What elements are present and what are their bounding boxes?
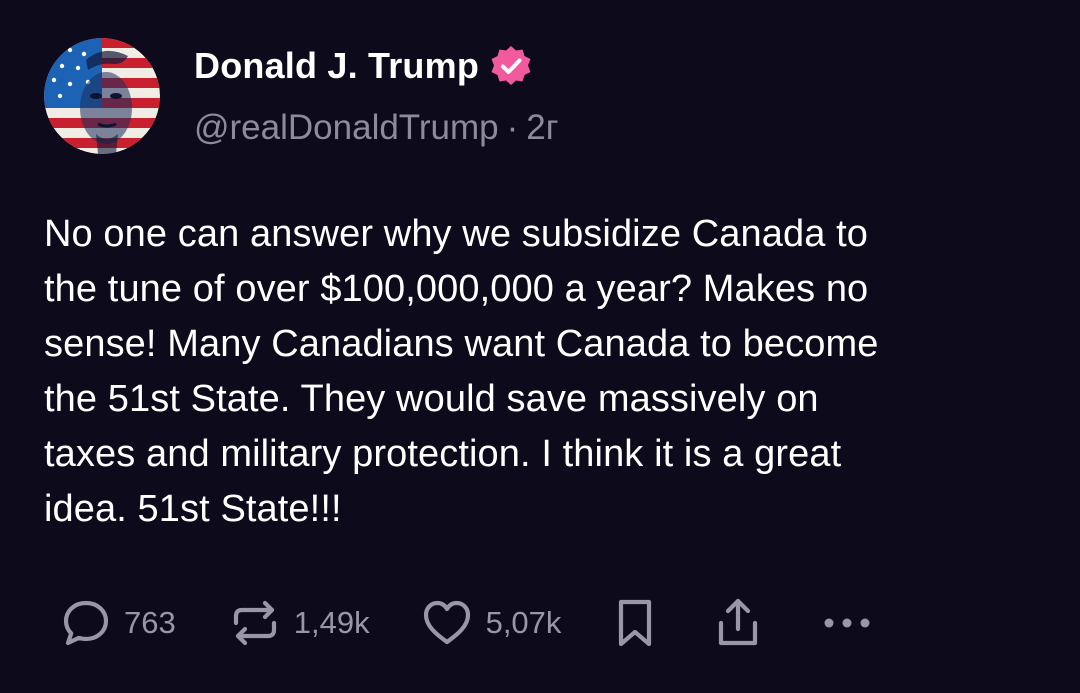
repost-arrows-icon [228,596,282,650]
like-count: 5,07k [485,605,562,640]
post-text-line: the 51st State. They would save massivel… [44,378,819,420]
author-display-name[interactable]: Donald J. Trump [194,45,479,87]
post-timestamp[interactable]: 2г [526,108,558,147]
avatar[interactable] [44,38,160,154]
speech-bubble-icon [60,597,112,649]
share-button[interactable] [713,595,763,651]
meta-separator: · [506,108,519,147]
post-action-bar: 763 1,49k 5,07k [60,594,875,652]
post-body: No one can answer why we subsidize Canad… [44,207,1044,537]
post-text-line: No one can answer why we subsidize Canad… [44,213,868,255]
author-meta: @realDonaldTrump · 2г [194,108,559,148]
bookmark-button[interactable] [613,596,657,650]
author-handle[interactable]: @realDonaldTrump [194,108,499,147]
heart-icon [420,596,474,650]
author-name-row: Donald J. Trump [194,44,533,88]
share-upload-icon [713,595,763,651]
post-text-line: idea. 51st State!!! [44,488,342,530]
bookmark-icon [613,596,657,650]
repost-count: 1,49k [293,605,370,640]
reply-count: 763 [124,605,176,640]
post-text-line: taxes and military protection. I think i… [44,433,842,475]
verified-badge-icon [489,44,533,88]
more-dots-icon [819,613,875,633]
more-options-button[interactable] [819,613,875,633]
post-text-line: sense! Many Canadians want Canada to bec… [44,323,879,365]
post-text-line: the tune of over $100,000,000 a year? Ma… [44,268,869,310]
repost-button[interactable]: 1,49k [228,596,370,650]
reply-button[interactable]: 763 [60,597,176,649]
like-button[interactable]: 5,07k [420,596,562,650]
